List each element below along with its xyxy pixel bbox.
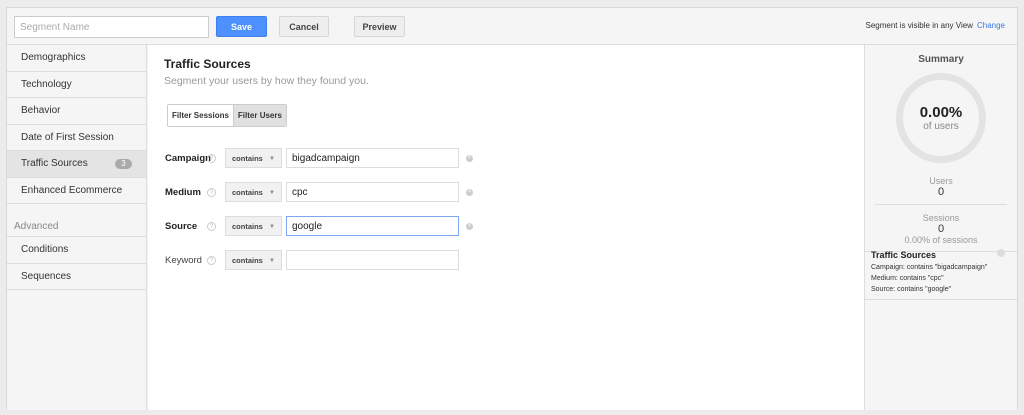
conditions-title: Traffic Sources xyxy=(871,250,937,260)
field-label: Source xyxy=(165,220,198,232)
change-link[interactable]: Change xyxy=(977,21,1005,30)
filter-sessions-button[interactable]: Filter Sessions xyxy=(168,105,233,126)
save-button[interactable]: Save xyxy=(216,16,267,37)
count-badge: 3 xyxy=(115,159,132,169)
sessions-percent: 0.00% of sessions xyxy=(904,235,978,245)
main-panel: Traffic Sources Segment your users by ho… xyxy=(148,45,864,410)
value-input[interactable]: bigadcampaign xyxy=(286,148,459,168)
page-title: Traffic Sources xyxy=(164,57,251,71)
segment-editor: Save Cancel Preview Segment is visible i… xyxy=(6,7,1018,410)
sidebar-item-conditions[interactable]: Conditions xyxy=(7,237,146,264)
preview-button[interactable]: Preview xyxy=(354,16,405,37)
filter-users-button[interactable]: Filter Users xyxy=(232,105,286,126)
page-subtitle: Segment your users by how they found you… xyxy=(164,75,369,87)
condition-row-keyword: Keyword? contains ▼ xyxy=(165,250,459,270)
segment-name-input[interactable] xyxy=(14,16,209,38)
visibility-info: Segment is visible in any View Change xyxy=(866,21,1006,30)
caret-down-icon: ▼ xyxy=(269,258,275,264)
caret-down-icon: ▼ xyxy=(269,224,275,230)
operator-select[interactable]: contains ▼ xyxy=(225,216,282,236)
clear-icon[interactable]: × xyxy=(466,154,473,162)
percent-ring: 0.00% of users xyxy=(896,73,986,163)
caret-down-icon: ▼ xyxy=(269,190,275,196)
help-icon[interactable]: ? xyxy=(207,255,216,265)
cancel-button[interactable]: Cancel xyxy=(279,16,329,37)
sidebar-item-label: Traffic Sources xyxy=(21,158,88,170)
operator-select[interactable]: contains ▼ xyxy=(225,148,282,168)
sidebar-item-label: Date of First Session xyxy=(21,131,114,143)
sidebar-item-sequences[interactable]: Sequences xyxy=(7,264,146,290)
value-input[interactable] xyxy=(286,250,459,270)
percent-label: of users xyxy=(923,121,959,132)
sidebar-item-date-of-first-session[interactable]: Date of First Session xyxy=(7,125,146,151)
value-input[interactable]: cpc xyxy=(286,182,459,202)
clear-icon[interactable]: × xyxy=(466,222,473,230)
sidebar-item-label: Technology xyxy=(21,78,72,90)
operator-value: contains xyxy=(232,221,263,231)
help-icon[interactable]: ? xyxy=(207,187,216,197)
summary-panel: Summary 0.00% of users Users 0 Sessions … xyxy=(864,45,1017,410)
sidebar-item-enhanced-ecommerce[interactable]: Enhanced Ecommerce xyxy=(7,178,146,204)
condition-summary-item: Medium: contains "cpc" xyxy=(871,275,944,282)
remove-icon[interactable] xyxy=(997,249,1005,257)
filter-toggle: Filter Sessions Filter Users xyxy=(167,104,287,127)
condition-summary-item: Source: contains "google" xyxy=(871,286,952,293)
field-label: Campaign xyxy=(165,152,211,164)
sidebar-item-label: Sequences xyxy=(21,270,72,282)
field-label: Medium xyxy=(165,186,201,198)
divider xyxy=(875,204,1007,205)
caret-down-icon: ▼ xyxy=(269,156,275,162)
value-input[interactable]: google xyxy=(286,216,459,236)
visibility-text: Segment is visible in any View xyxy=(865,21,973,30)
advanced-heading: Advanced xyxy=(7,204,146,237)
sessions-value: 0 xyxy=(937,223,945,235)
sidebar-item-label: Behavior xyxy=(21,105,61,117)
conditions-summary: Traffic Sources Campaign: contains "biga… xyxy=(865,249,1017,300)
condition-row-source: Source? contains ▼ google × xyxy=(165,216,473,236)
operator-value: contains xyxy=(232,255,263,265)
sidebar-item-technology[interactable]: Technology xyxy=(7,72,146,98)
operator-value: contains xyxy=(232,187,263,197)
users-label: Users xyxy=(929,176,953,186)
condition-row-campaign: Campaign? contains ▼ bigadcampaign × xyxy=(165,148,473,168)
summary-title: Summary xyxy=(918,54,964,65)
help-icon[interactable]: ? xyxy=(207,221,216,231)
operator-value: contains xyxy=(232,153,263,163)
sidebar-item-label: Conditions xyxy=(21,244,69,256)
sidebar: Demographics Technology Behavior Date of… xyxy=(7,45,147,410)
condition-row-medium: Medium? contains ▼ cpc × xyxy=(165,182,473,202)
percent-value: 0.00% xyxy=(919,104,963,121)
sidebar-item-label: Demographics xyxy=(21,52,86,64)
sidebar-item-label: Enhanced Ecommerce xyxy=(21,184,123,196)
condition-summary-item: Campaign: contains "bigadcampaign" xyxy=(871,264,988,271)
operator-select[interactable]: contains ▼ xyxy=(225,250,282,270)
clear-icon[interactable]: × xyxy=(466,188,473,196)
header: Save Cancel Preview Segment is visible i… xyxy=(7,8,1017,45)
help-icon[interactable]: ? xyxy=(207,153,216,163)
users-value: 0 xyxy=(937,186,945,198)
sidebar-item-behavior[interactable]: Behavior xyxy=(7,98,146,125)
field-label: Keyword xyxy=(165,254,202,266)
sidebar-item-traffic-sources[interactable]: Traffic Sources 3 xyxy=(7,151,146,178)
operator-select[interactable]: contains ▼ xyxy=(225,182,282,202)
sessions-label: Sessions xyxy=(922,213,960,223)
sidebar-item-demographics[interactable]: Demographics xyxy=(7,45,146,72)
